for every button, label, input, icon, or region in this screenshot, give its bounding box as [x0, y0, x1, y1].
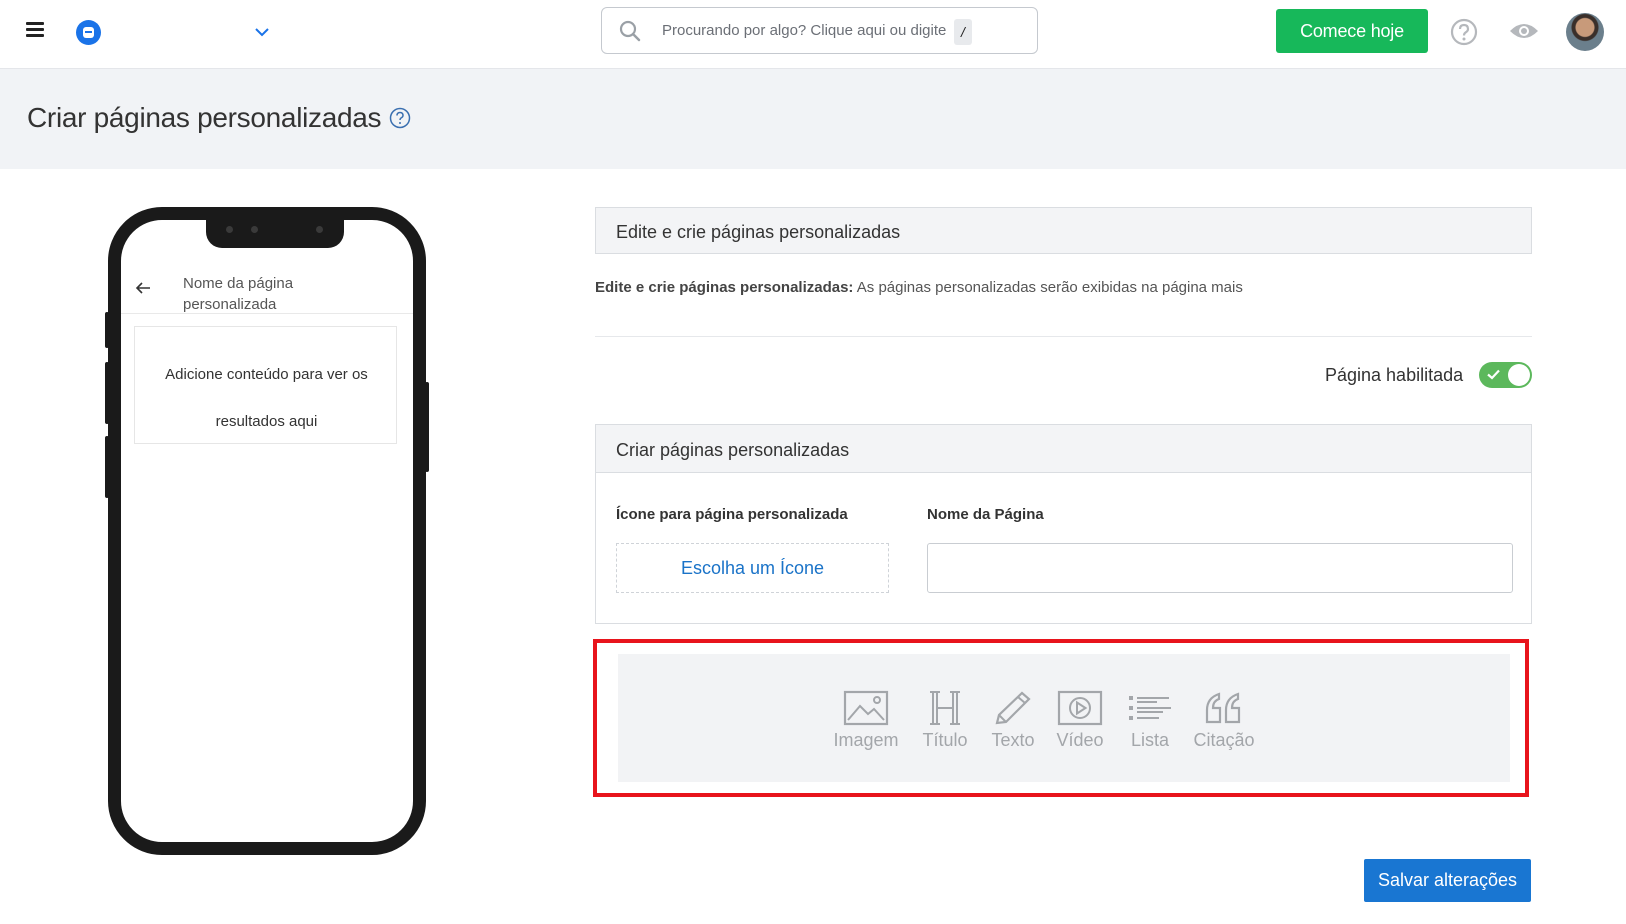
highlight-box: Imagem Título Texto Vídeo Lista Citação: [593, 639, 1529, 797]
page-header: Criar páginas personalizadas: [0, 69, 1626, 169]
page-name-input[interactable]: [927, 543, 1513, 593]
logo[interactable]: [76, 20, 101, 45]
add-image-button[interactable]: Imagem: [833, 690, 899, 751]
preview-content-card: Adicione conteúdo para ver os resultados…: [134, 326, 397, 444]
check-icon: [1487, 369, 1500, 380]
back-arrow-icon: [135, 282, 150, 294]
list-icon: [1129, 696, 1171, 720]
card-header: Criar páginas personalizadas: [596, 425, 1531, 473]
add-title-button[interactable]: Título: [921, 690, 969, 751]
preview-page-name: Nome da página personalizada: [183, 275, 294, 313]
tool-label: Texto: [991, 730, 1035, 750]
tool-label: Título: [922, 730, 968, 750]
section-header: Edite e crie páginas personalizadas: [595, 207, 1532, 254]
video-icon: [1057, 690, 1103, 726]
chevron-down-icon[interactable]: [254, 24, 270, 40]
card-title: Criar páginas personalizadas: [616, 440, 850, 460]
add-video-button[interactable]: Vídeo: [1054, 690, 1106, 751]
choose-icon-button[interactable]: Escolha um Ícone: [616, 543, 889, 593]
tool-label: Lista: [1130, 730, 1170, 750]
eye-icon[interactable]: [1508, 20, 1540, 42]
toggle-knob: [1508, 364, 1530, 386]
tool-label: Imagem: [833, 730, 899, 750]
pencil-icon: [995, 691, 1031, 725]
top-bar: Procurando por algo? Clique aqui ou digi…: [0, 0, 1626, 69]
add-text-button[interactable]: Texto: [990, 690, 1036, 751]
heading-icon: [930, 691, 960, 725]
menu-icon[interactable]: [26, 22, 44, 40]
quote-icon: [1205, 692, 1241, 724]
add-list-button[interactable]: Lista: [1126, 690, 1174, 751]
preview-header: Nome da página personalizada: [121, 268, 413, 314]
image-icon: [843, 690, 889, 726]
section-description: Edite e crie páginas personalizadas: As …: [595, 279, 1243, 296]
icon-field-label: Ícone para página personalizada: [616, 506, 848, 523]
add-quote-button[interactable]: Citação: [1188, 690, 1260, 751]
start-today-button[interactable]: Comece hoje: [1276, 9, 1428, 53]
search-input[interactable]: Procurando por algo? Clique aqui ou digi…: [601, 7, 1038, 54]
search-placeholder: Procurando por algo? Clique aqui ou digi…: [662, 22, 947, 39]
preview-empty-message: Adicione conteúdo para ver os resultados…: [165, 366, 368, 430]
section-title: Edite e crie páginas personalizadas: [616, 222, 901, 242]
help-icon[interactable]: [389, 107, 411, 129]
search-icon: [619, 20, 641, 42]
page-enabled-label: Página habilitada: [1325, 365, 1464, 385]
create-page-card: Criar páginas personalizadas Ícone para …: [595, 424, 1532, 624]
save-changes-button[interactable]: Salvar alterações: [1364, 859, 1531, 902]
description-bold: Edite e crie páginas personalizadas:: [595, 279, 854, 296]
help-icon[interactable]: [1450, 18, 1478, 46]
page-name-label: Nome da Página: [927, 506, 1044, 523]
description-text: As páginas personalizadas serão exibidas…: [853, 279, 1243, 296]
phone-preview: Nome da página personalizada Adicione co…: [108, 207, 426, 855]
avatar[interactable]: [1566, 13, 1604, 51]
divider: [595, 336, 1532, 337]
tool-label: Vídeo: [1056, 730, 1104, 750]
page-title: Criar páginas personalizadas: [27, 102, 382, 133]
page-enabled-toggle[interactable]: [1479, 362, 1532, 388]
shortcut-badge: /: [954, 19, 972, 45]
phone-notch: [206, 218, 344, 248]
tool-label: Citação: [1193, 730, 1255, 750]
content-blocks-toolbar: Imagem Título Texto Vídeo Lista Citação: [618, 654, 1510, 782]
